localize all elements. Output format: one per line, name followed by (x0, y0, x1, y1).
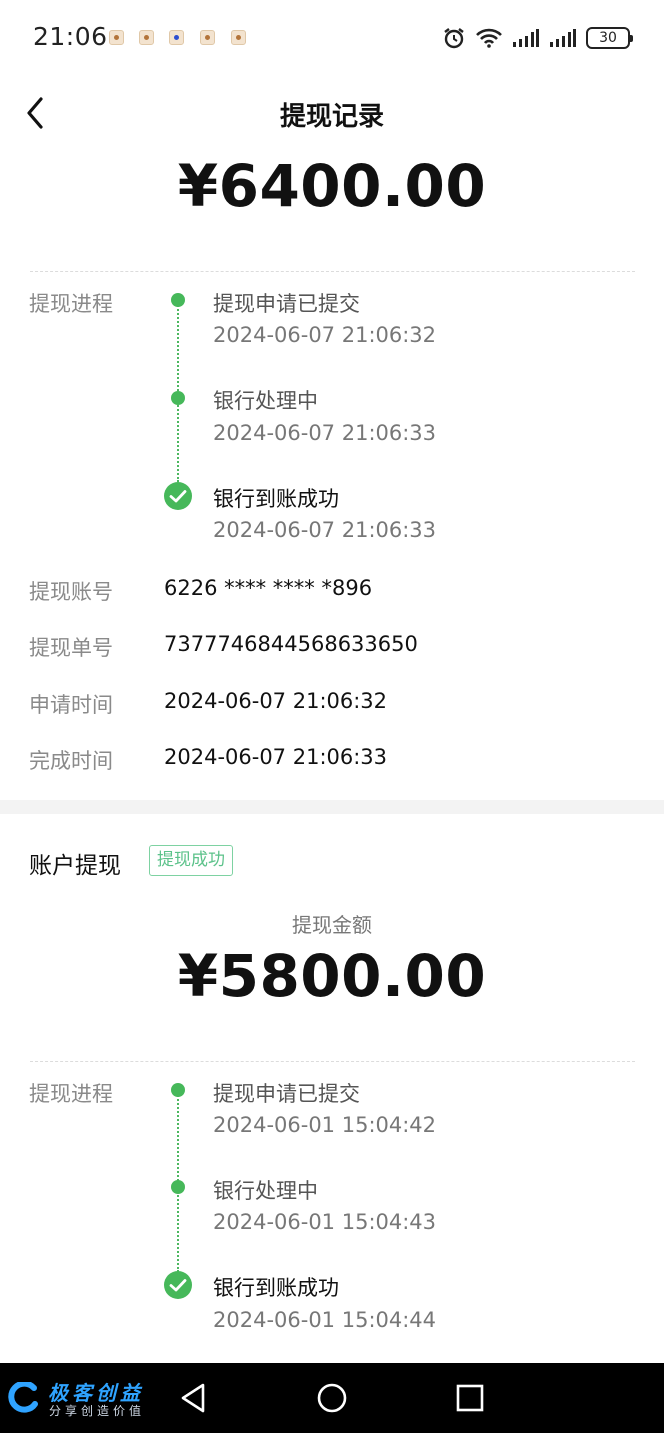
timeline-dot (171, 1180, 185, 1194)
logo-icon (8, 1382, 38, 1413)
timeline-dot (171, 293, 185, 307)
amount-label: 提现金额 (292, 913, 372, 937)
step-title: 银行到账成功 (213, 1276, 339, 1300)
step-time: 2024-06-01 15:04:44 (213, 1308, 437, 1332)
battery-icon: 30 (586, 27, 633, 49)
withdraw-amount: ¥5800.00 (177, 942, 487, 1010)
step-title: 银行处理中 (213, 389, 318, 413)
step-title: 提现申请已提交 (213, 1082, 360, 1106)
step-title: 提现申请已提交 (213, 292, 360, 316)
step-time: 2024-06-07 21:06:33 (213, 518, 437, 542)
divider (30, 271, 635, 272)
field-label: 完成时间 (29, 749, 113, 773)
account-number: 6226 **** **** *896 (164, 576, 373, 600)
field-label: 提现账号 (29, 580, 113, 604)
wifi-icon (476, 28, 502, 48)
page-title: 提现记录 (279, 102, 384, 132)
step-time: 2024-06-07 21:06:33 (213, 421, 437, 445)
signal-icon (513, 29, 539, 47)
divider (30, 1061, 635, 1062)
progress-label: 提现进程 (29, 1082, 113, 1106)
timeline-dot (171, 391, 185, 405)
logo-slogan: 分享创造价值 (49, 1404, 146, 1418)
step-title: 银行到账成功 (213, 487, 339, 511)
nav-back-icon[interactable] (176, 1380, 212, 1416)
progress-label: 提现进程 (29, 292, 113, 316)
complete-time: 2024-06-07 21:06:33 (164, 745, 388, 769)
timeline-dot (171, 1083, 185, 1097)
notification-icon (139, 30, 154, 45)
order-number: 7377746844568633650 (164, 632, 418, 656)
check-icon (164, 1271, 192, 1299)
section-separator (0, 800, 664, 814)
withdraw-amount: ¥6400.00 (177, 152, 487, 220)
step-time: 2024-06-07 21:06:32 (213, 323, 437, 347)
step-time: 2024-06-01 15:04:42 (213, 1113, 437, 1137)
watermark-logo: 极客创益 分享创造价值 (8, 1378, 168, 1422)
notification-icon (109, 30, 124, 45)
status-badge: 提现成功 (149, 845, 233, 876)
notification-icon (169, 30, 184, 45)
apply-time: 2024-06-07 21:06:32 (164, 689, 388, 713)
step-time: 2024-06-01 15:04:43 (213, 1210, 437, 1234)
field-label: 提现单号 (29, 636, 113, 660)
notification-icon (231, 30, 246, 45)
step-title: 银行处理中 (213, 1179, 318, 1203)
alarm-icon (444, 28, 464, 49)
field-label: 申请时间 (29, 693, 113, 717)
notification-icon (200, 30, 215, 45)
signal-icon (550, 29, 576, 47)
check-icon (164, 482, 192, 510)
record-title: 账户提现 (29, 853, 121, 879)
status-time: 21:06 (33, 22, 108, 51)
status-bar: 21:06 30 (0, 0, 664, 76)
nav-recents-icon[interactable] (452, 1380, 488, 1416)
nav-home-icon[interactable] (314, 1380, 350, 1416)
